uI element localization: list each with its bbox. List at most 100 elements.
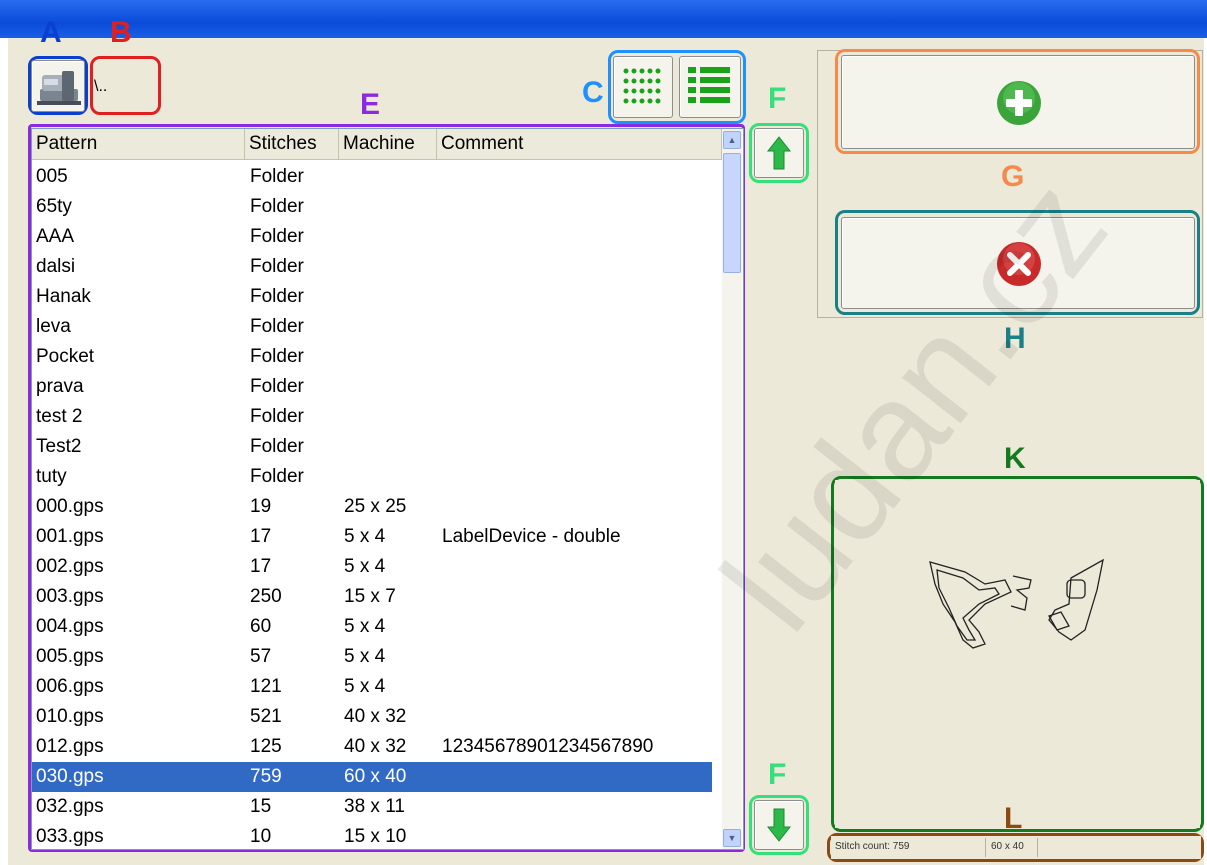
cell-stitches: Folder [250,376,304,397]
cell-machine: 5 x 4 [344,646,386,667]
table-row[interactable]: prava Folder [32,372,712,402]
table-row[interactable]: 65ty Folder [32,192,712,222]
cell-machine: 5 x 4 [344,616,386,637]
grid-view-button[interactable] [613,56,673,118]
table-row[interactable]: 003.gps 250 15 x 7 [32,582,712,612]
table-row[interactable]: 033.gps 10 15 x 10 [32,822,712,849]
cell-stitches: Folder [250,466,304,487]
table-row[interactable]: 030.gps 759 60 x 40 [32,762,712,792]
cell-pattern: 000.gps [36,496,104,517]
cell-machine: 15 x 7 [344,586,396,607]
annotation-h: H [1004,322,1026,355]
arrow-up-icon [766,136,792,170]
list-scrollbar[interactable]: ▲ ▼ [722,129,742,849]
cell-stitches: 250 [250,586,282,607]
cell-pattern: AAA [36,226,75,247]
cell-machine: 5 x 4 [344,526,386,547]
status-divider-1 [985,838,986,857]
list-view-button[interactable] [679,56,741,118]
table-row[interactable]: 001.gps 17 5 x 4 LabelDevice - double [32,522,712,552]
cell-stitches: 17 [250,526,272,547]
column-comment[interactable]: Comment [437,129,722,159]
cell-pattern: dalsi [36,256,76,277]
table-row[interactable]: Test2 Folder [32,432,712,462]
scroll-up-button[interactable]: ▲ [723,131,741,149]
table-row[interactable]: Pocket Folder [32,342,712,372]
table-row[interactable]: 005.gps 57 5 x 4 [32,642,712,672]
column-pattern[interactable]: Pattern [32,129,245,159]
cell-stitches: Folder [250,436,304,457]
cancel-icon [997,242,1041,286]
cell-pattern: 004.gps [36,616,104,637]
annotation-a: A [40,16,62,49]
cell-pattern: 006.gps [36,676,104,697]
scroll-down-button[interactable]: ▼ [723,829,741,847]
cell-stitches: 57 [250,646,272,667]
table-row[interactable]: AAA Folder [32,222,712,252]
pattern-size-text: 60 x 40 [991,841,1024,852]
table-row[interactable]: 002.gps 17 5 x 4 [32,552,712,582]
list-header: Pattern Stitches Machine Comment [32,129,722,160]
cell-pattern: leva [36,316,71,337]
cell-pattern: 010.gps [36,706,104,727]
table-row[interactable]: test 2 Folder [32,402,712,432]
annotation-k: K [1004,442,1026,475]
cell-stitches: 15 [250,796,272,817]
cell-pattern: 65ty [36,196,72,217]
annotation-f-top: F [768,82,787,115]
cell-comment: LabelDevice - double [442,526,621,547]
cell-stitches: 521 [250,706,282,727]
column-machine[interactable]: Machine [339,129,437,159]
cell-stitches: 60 [250,616,272,637]
annotation-g: G [1001,160,1025,193]
table-row[interactable]: leva Folder [32,312,712,342]
cancel-button[interactable] [841,217,1195,309]
plus-icon [997,81,1041,125]
cell-pattern: 033.gps [36,826,104,847]
pattern-preview-drawing [929,558,1104,649]
cell-pattern: 030.gps [36,766,104,787]
table-row[interactable]: dalsi Folder [32,252,712,282]
pattern-list[interactable]: Pattern Stitches Machine Comment 005 Fold… [31,128,744,850]
move-up-button[interactable] [754,128,804,178]
table-row[interactable]: 032.gps 15 38 x 11 [32,792,712,822]
cell-stitches: Folder [250,256,304,277]
table-row[interactable]: 004.gps 60 5 x 4 [32,612,712,642]
table-row[interactable]: 006.gps 121 5 x 4 [32,672,712,702]
add-button[interactable] [841,55,1195,149]
cell-stitches: Folder [250,286,304,307]
cell-stitches: 125 [250,736,282,757]
status-divider-2 [1037,838,1038,857]
cell-stitches: Folder [250,196,304,217]
table-row[interactable]: 000.gps 19 25 x 25 [32,492,712,522]
cell-pattern: Hanak [36,286,91,307]
path-display: \.. [94,78,108,95]
cell-pattern: 005.gps [36,646,104,667]
cell-stitches: Folder [250,166,304,187]
cell-pattern: 032.gps [36,796,104,817]
grid-view-icon [623,68,661,104]
cell-pattern: tuty [36,466,67,487]
cell-machine: 40 x 32 [344,706,407,727]
cell-machine: 5 x 4 [344,556,386,577]
column-stitches[interactable]: Stitches [245,129,339,159]
annotation-e: E [360,88,381,121]
cell-stitches: Folder [250,226,304,247]
cell-machine: 5 x 4 [344,676,386,697]
table-row[interactable]: 005 Folder [32,162,712,192]
pattern-preview [835,480,1200,828]
machine-button[interactable] [31,60,85,112]
cell-stitches: 10 [250,826,272,847]
cell-stitches: 759 [250,766,282,787]
cell-stitches: Folder [250,316,304,337]
cell-machine: 38 x 11 [344,796,405,817]
table-row[interactable]: Hanak Folder [32,282,712,312]
table-row[interactable]: 010.gps 521 40 x 32 [32,702,712,732]
cell-pattern: 001.gps [36,526,104,547]
table-row[interactable]: 012.gps 125 40 x 32 12345678901234567890 [32,732,712,762]
table-row[interactable]: tuty Folder [32,462,712,492]
move-down-button[interactable] [754,800,804,850]
scroll-thumb[interactable] [723,153,741,273]
cell-stitches: Folder [250,346,304,367]
annotation-f-bottom: F [768,758,787,791]
